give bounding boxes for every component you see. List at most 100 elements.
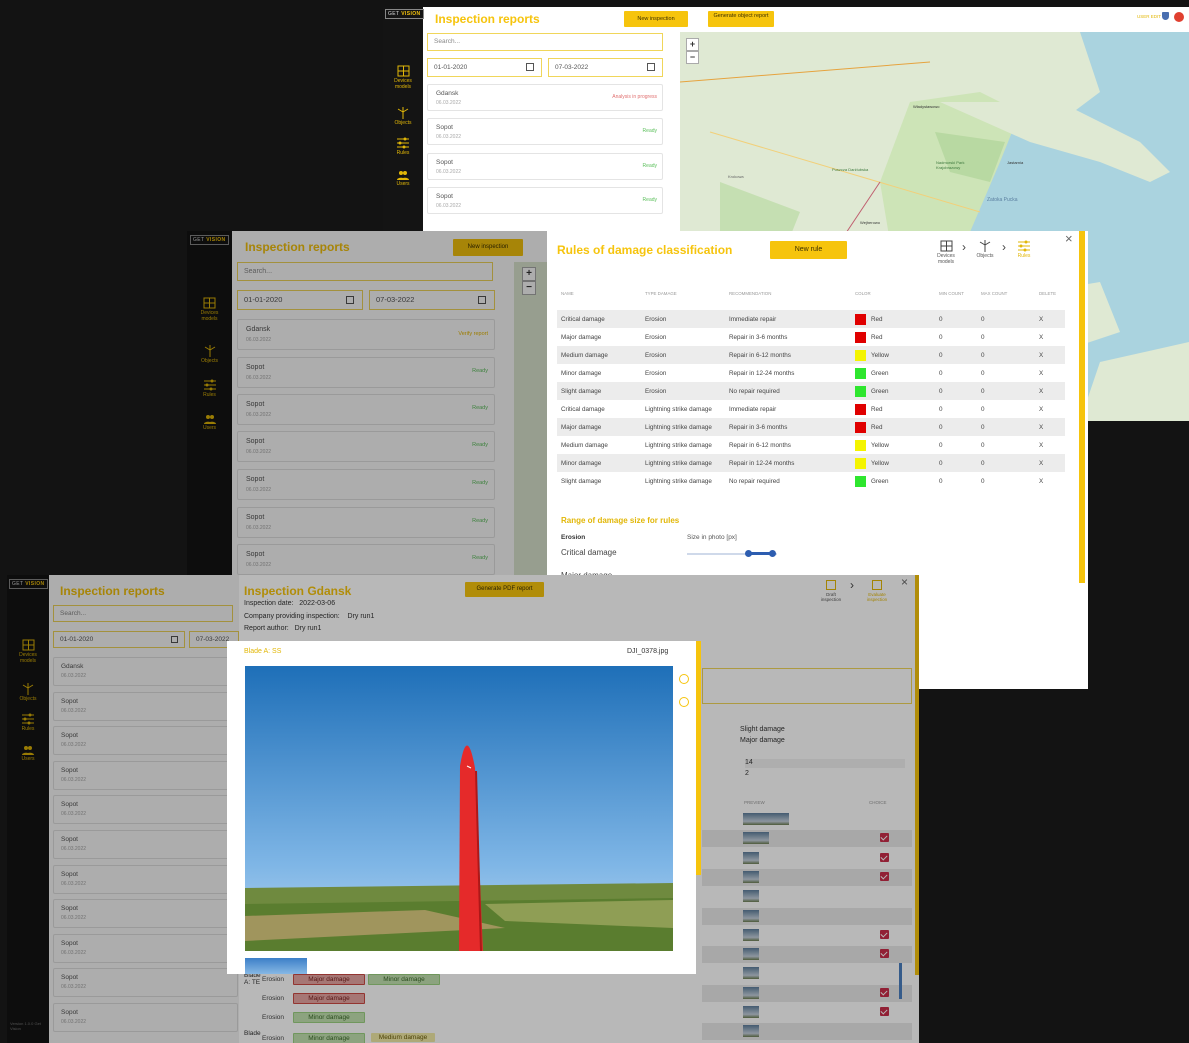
rule-color: Red [851, 418, 935, 436]
rule-name: Slight damage [557, 382, 641, 400]
zoom-out-button[interactable]: − [686, 51, 699, 64]
photo-thumbnail[interactable] [245, 958, 307, 974]
nav-objects[interactable]: Objects [387, 107, 419, 126]
rule-name: Minor damage [561, 369, 602, 377]
rule-delete[interactable]: X [1035, 400, 1065, 418]
range-size-label: Size in photo [px] [687, 534, 737, 541]
map-label: Krokowa [728, 174, 744, 179]
rule-name: Critical damage [557, 310, 641, 328]
nav-rules[interactable]: Rules [387, 137, 419, 156]
col-min-count[interactable]: MIN COUNT [935, 291, 977, 310]
rule-row[interactable]: Critical damage Erosion Immediate repair Re… [557, 310, 1065, 328]
rule-max-count: 0 [981, 477, 985, 485]
rule-delete[interactable]: X [1035, 436, 1065, 454]
map-label: Władysławowo [913, 104, 940, 109]
rule-recommendation: Repair in 12-24 months [729, 369, 795, 377]
rule-row[interactable]: Slight damage Lightning strike damage No r… [557, 472, 1065, 490]
rule-color: Green [851, 382, 935, 400]
close-icon[interactable]: × [1065, 231, 1073, 246]
rule-max-count: 0 [977, 454, 1035, 472]
rule-row[interactable]: Slight damage Erosion No repair required Gr… [557, 382, 1065, 400]
date-from-field[interactable]: 01-01-2020 [427, 58, 542, 77]
rule-row[interactable]: Major damage Erosion Repair in 3-6 months R… [557, 328, 1065, 346]
new-inspection-button[interactable]: New inspection [624, 11, 688, 27]
col-type[interactable]: TYPE DAMAGE [641, 291, 725, 310]
rule-row[interactable]: Major damage Lightning strike damage Repai… [557, 418, 1065, 436]
calendar-icon[interactable] [526, 63, 534, 71]
status-badge: Ready [642, 163, 657, 169]
col-recommendation[interactable]: RECOMMENDATION [725, 291, 851, 310]
rule-row[interactable]: Minor damage Erosion Repair in 12-24 month… [557, 364, 1065, 382]
blade-photo[interactable] [245, 666, 673, 951]
color-swatch [855, 439, 866, 451]
color-swatch [855, 367, 866, 379]
rule-row[interactable]: Critical damage Lightning strike damage Im… [557, 400, 1065, 418]
rule-row[interactable]: Medium damage Lightning strike damage Repa… [557, 436, 1065, 454]
rule-delete[interactable]: X [1035, 472, 1065, 490]
rule-type: Erosion [645, 333, 667, 341]
rule-max-count: 0 [981, 405, 985, 413]
rule-type: Lightning strike damage [645, 477, 712, 485]
range-row-label: Critical damage [561, 548, 617, 557]
rule-min-count: 0 [935, 346, 977, 364]
rule-max-count: 0 [981, 369, 985, 377]
users-icon [397, 171, 409, 180]
report-card[interactable]: Sopot 06.03.2022 Ready [427, 153, 663, 180]
user-edit-link[interactable]: USER EDIT [1137, 14, 1161, 19]
rule-recommendation: Repair in 12-24 months [725, 454, 851, 472]
rule-max-count: 0 [977, 346, 1035, 364]
rule-delete[interactable]: X [1035, 310, 1065, 328]
report-card[interactable]: Gdansk 06.03.2022 Analysis in progress [427, 84, 663, 111]
photo-filename: DJI_0378.jpg [627, 648, 669, 655]
col-max-count[interactable]: MAX COUNT [977, 291, 1035, 310]
rule-color: Green [851, 364, 935, 382]
report-card[interactable]: Sopot 06.03.2022 Ready [427, 187, 663, 214]
rule-recommendation: No repair required [729, 477, 780, 485]
rule-row[interactable]: Minor damage Lightning strike damage Repai… [557, 454, 1065, 472]
zoom-out-icon[interactable] [679, 697, 689, 707]
rule-delete[interactable]: X [1035, 382, 1065, 400]
rule-max-count: 0 [981, 441, 985, 449]
range-title: Range of damage size for rules [561, 516, 680, 525]
nav-devices[interactable]: Devices models [387, 65, 419, 90]
rules-table: NAME TYPE DAMAGE RECOMMENDATION COLOR MI… [557, 291, 1065, 490]
nav-users[interactable]: Users [387, 170, 419, 187]
zoom-in-icon[interactable] [679, 674, 689, 684]
rule-delete[interactable]: X [1035, 328, 1065, 346]
report-card[interactable]: Sopot 06.03.2022 Ready [427, 118, 663, 145]
range-slider-handle[interactable] [745, 550, 752, 557]
rule-recommendation: Repair in 3-6 months [729, 333, 788, 341]
new-rule-button[interactable]: New rule [770, 241, 847, 259]
search-input[interactable]: Search... [427, 33, 663, 51]
rule-delete[interactable]: X [1035, 364, 1065, 382]
col-color[interactable]: COLOR [851, 291, 935, 310]
rule-row[interactable]: Medium damage Erosion Repair in 6-12 month… [557, 346, 1065, 364]
map-label: Puszcza Darżlubska [832, 167, 869, 172]
crumb-devices[interactable]: Devices models [935, 240, 957, 265]
map-label: Wejherowo [860, 220, 880, 225]
range-slider-handle[interactable] [769, 550, 776, 557]
rule-min-count: 0 [939, 441, 943, 449]
modal-overlay[interactable] [7, 575, 239, 1043]
color-swatch [855, 313, 866, 325]
generate-object-report-button[interactable]: Generate object report [708, 11, 774, 27]
rule-color: Red [851, 400, 935, 418]
rule-delete[interactable]: X [1035, 418, 1065, 436]
rule-delete[interactable]: X [1035, 454, 1065, 472]
col-name[interactable]: NAME [557, 291, 641, 310]
calendar-icon[interactable] [647, 63, 655, 71]
shield-icon[interactable] [1162, 12, 1169, 20]
crumb-rules[interactable]: Rules [1013, 240, 1035, 259]
rule-max-count: 0 [977, 382, 1035, 400]
zoom-in-button[interactable]: + [686, 38, 699, 51]
rule-delete[interactable]: X [1035, 346, 1065, 364]
crumb-objects[interactable]: Objects [973, 240, 997, 259]
range-slider[interactable] [687, 550, 777, 557]
date-to-field[interactable]: 07-03-2022 [548, 58, 663, 77]
user-avatar-icon[interactable] [1174, 12, 1184, 22]
rule-recommendation: Repair in 6-12 months [725, 346, 851, 364]
scrollbar[interactable] [1079, 231, 1085, 583]
map-label: Nadmorski Park Krajobrazowy [936, 160, 965, 170]
rule-max-count: 0 [977, 418, 1035, 436]
rule-type: Erosion [641, 310, 725, 328]
